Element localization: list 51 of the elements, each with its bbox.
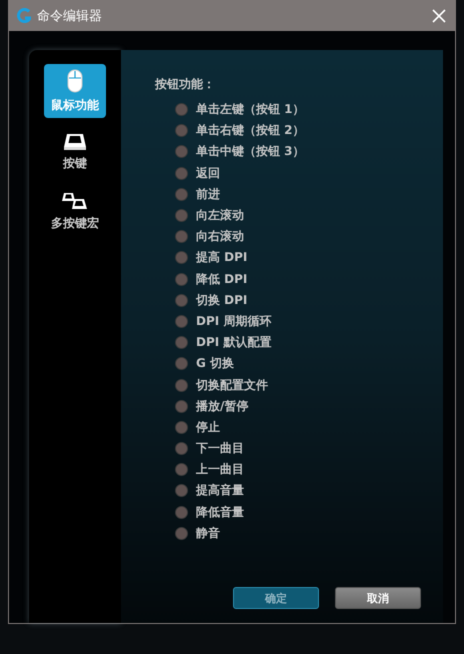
radio-button[interactable] [175,272,188,286]
radio-button[interactable] [175,124,188,138]
cancel-button[interactable]: 取消 [335,587,421,609]
radio-option[interactable]: 降低 DPI [175,268,248,290]
radio-option[interactable]: 静音 [175,522,220,544]
radio-button[interactable] [175,357,188,370]
radio-option[interactable]: DPI 周期循环 [175,310,272,332]
section-label: 按钮功能： [155,76,216,93]
radio-button[interactable] [175,230,188,244]
mouse-icon [67,68,83,92]
radio-button[interactable] [175,336,188,350]
radio-option[interactable]: 切换配置文件 [175,374,268,396]
radio-button[interactable] [175,166,188,180]
radio-option[interactable]: 降低音量 [175,502,244,523]
radio-option[interactable]: 单击右键（按钮 2） [175,120,305,142]
radio-button[interactable] [175,506,188,519]
radio-option[interactable]: 上一曲目 [175,459,244,480]
radio-button[interactable] [175,314,188,328]
radio-button[interactable] [175,442,188,456]
radio-option[interactable]: 向右滚动 [175,226,244,248]
radio-option[interactable]: 单击中键（按钮 3） [175,141,305,163]
sidebar-item[interactable]: 多按键宏 [44,184,106,238]
sidebar-item[interactable]: 按键 [44,124,106,178]
radio-option[interactable]: 单击左键（按钮 1） [175,99,305,120]
radio-option[interactable]: 切换 DPI [175,290,248,311]
radio-button[interactable] [175,463,188,476]
radio-button[interactable] [175,294,188,307]
radio-button[interactable] [175,400,188,413]
radio-option[interactable]: G 切换 [175,353,234,374]
radio-button[interactable] [175,484,188,498]
radio-button[interactable] [175,209,188,222]
radio-option[interactable]: 提高 DPI [175,247,248,268]
radio-option[interactable]: DPI 默认配置 [175,332,272,354]
keycaps-icon [62,190,88,210]
radio-option[interactable]: 前进 [175,184,220,205]
radio-button[interactable] [175,526,188,540]
radio-option[interactable]: 向左滚动 [175,204,244,226]
logo-icon [17,8,31,24]
radio-button[interactable] [175,251,188,264]
radio-option[interactable]: 下一曲目 [175,438,244,460]
radio-button[interactable] [175,420,188,434]
radio-option[interactable]: 停止 [175,416,220,438]
radio-button[interactable] [175,103,188,116]
radio-option[interactable]: 返回 [175,162,220,184]
radio-button[interactable] [175,188,188,201]
window-title: 命令编辑器 [37,8,103,25]
radio-option[interactable]: 播放/暂停 [175,396,248,417]
radio-button[interactable] [175,378,188,392]
close-button[interactable] [431,8,447,24]
radio-button[interactable] [175,145,188,158]
radio-option[interactable]: 提高音量 [175,480,244,502]
